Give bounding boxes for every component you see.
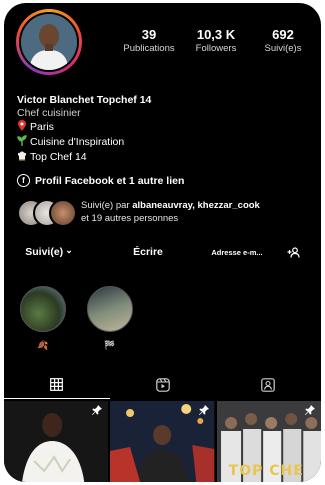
followed-by-prefix: Suivi(e) par bbox=[81, 200, 130, 211]
profile-actions: Suivi(e) ⌄ Écrire Adresse e-m... bbox=[17, 244, 313, 259]
profile-name: Victor Blanchet Topchef 14 bbox=[17, 94, 152, 106]
tab-grid[interactable] bbox=[4, 371, 110, 399]
posts-count: 39 bbox=[141, 27, 157, 42]
followers-count: 10,3 K bbox=[196, 27, 236, 42]
post-thumbnail[interactable]: TOP CHE bbox=[216, 401, 321, 482]
stat-posts[interactable]: 39 Publications bbox=[116, 27, 182, 55]
followed-by-suffix: et 19 autres personnes bbox=[81, 213, 179, 224]
post-overlay-text: TOP CHE bbox=[228, 463, 304, 479]
followed-by[interactable]: Suivi(e) par albaneauvray, khezzar_cook … bbox=[17, 199, 311, 227]
links-label: Profil Facebook et 1 autre lien bbox=[35, 174, 185, 187]
followed-by-users[interactable]: albaneauvray, khezzar_cook bbox=[132, 200, 260, 211]
posts-grid: TOP CHE bbox=[4, 401, 321, 482]
message-button[interactable]: Écrire bbox=[123, 246, 173, 258]
story-ring[interactable] bbox=[16, 9, 82, 75]
bio-line: Top Chef 14 bbox=[17, 150, 151, 165]
bio-location: Paris bbox=[30, 121, 54, 133]
story-highlight[interactable]: 🍂 bbox=[20, 286, 66, 351]
highlight-cover bbox=[87, 286, 133, 332]
pin-icon bbox=[92, 405, 103, 415]
bio-cuisine: Cuisine d'Inspiration bbox=[30, 136, 125, 148]
email-button[interactable]: Adresse e-m... bbox=[203, 248, 271, 257]
tagged-icon bbox=[261, 378, 275, 392]
profile-category: Chef cuisinier bbox=[17, 107, 81, 119]
chevron-down-icon: ⌄ bbox=[65, 244, 73, 255]
external-links[interactable]: f Profil Facebook et 1 autre lien bbox=[17, 174, 184, 187]
story-highlight[interactable]: 🏁 bbox=[87, 286, 133, 351]
followers-label: Followers bbox=[195, 43, 237, 54]
following-label: Suivi(e)s bbox=[264, 43, 302, 54]
pin-icon bbox=[17, 120, 27, 135]
pin-icon bbox=[198, 405, 209, 415]
reels-icon bbox=[155, 378, 170, 392]
followed-by-text: Suivi(e) par albaneauvray, khezzar_cook … bbox=[81, 199, 311, 227]
profile-tabs bbox=[4, 371, 321, 399]
bio-line: Paris bbox=[17, 120, 151, 135]
follower-avatars bbox=[17, 199, 77, 227]
avatar[interactable] bbox=[21, 14, 77, 70]
stat-followers[interactable]: 10,3 K Followers bbox=[183, 27, 249, 55]
following-button-label: Suivi(e) bbox=[25, 246, 64, 258]
profile-screen: 39 Publications 10,3 K Followers 692 Sui… bbox=[4, 3, 321, 482]
tab-tagged[interactable] bbox=[215, 371, 321, 399]
chef-hat-icon bbox=[17, 150, 27, 165]
bio-line: Cuisine d'Inspiration bbox=[17, 135, 151, 150]
pin-icon bbox=[304, 405, 315, 415]
following-button[interactable]: Suivi(e) ⌄ bbox=[17, 244, 81, 259]
tab-reels[interactable] bbox=[110, 371, 216, 399]
post-thumbnail[interactable] bbox=[110, 401, 215, 482]
profile-stats: 39 Publications 10,3 K Followers 692 Sui… bbox=[116, 27, 316, 55]
following-count: 692 bbox=[272, 27, 294, 42]
stat-following[interactable]: 692 Suivi(e)s bbox=[250, 27, 316, 55]
add-user-icon bbox=[287, 246, 300, 258]
add-user-button[interactable] bbox=[283, 246, 303, 258]
grid-icon bbox=[50, 378, 64, 391]
plant-icon bbox=[17, 135, 27, 150]
avatar bbox=[49, 199, 77, 227]
post-thumbnail[interactable] bbox=[4, 401, 109, 482]
bio-topchef: Top Chef 14 bbox=[30, 151, 87, 163]
facebook-icon: f bbox=[17, 174, 30, 187]
highlight-cover bbox=[20, 286, 66, 332]
posts-label: Publications bbox=[123, 43, 175, 54]
highlight-label: 🏁 bbox=[104, 340, 116, 350]
bio: Victor Blanchet Topchef 14 Chef cuisinie… bbox=[17, 94, 151, 165]
highlight-label: 🍂 bbox=[37, 340, 49, 350]
